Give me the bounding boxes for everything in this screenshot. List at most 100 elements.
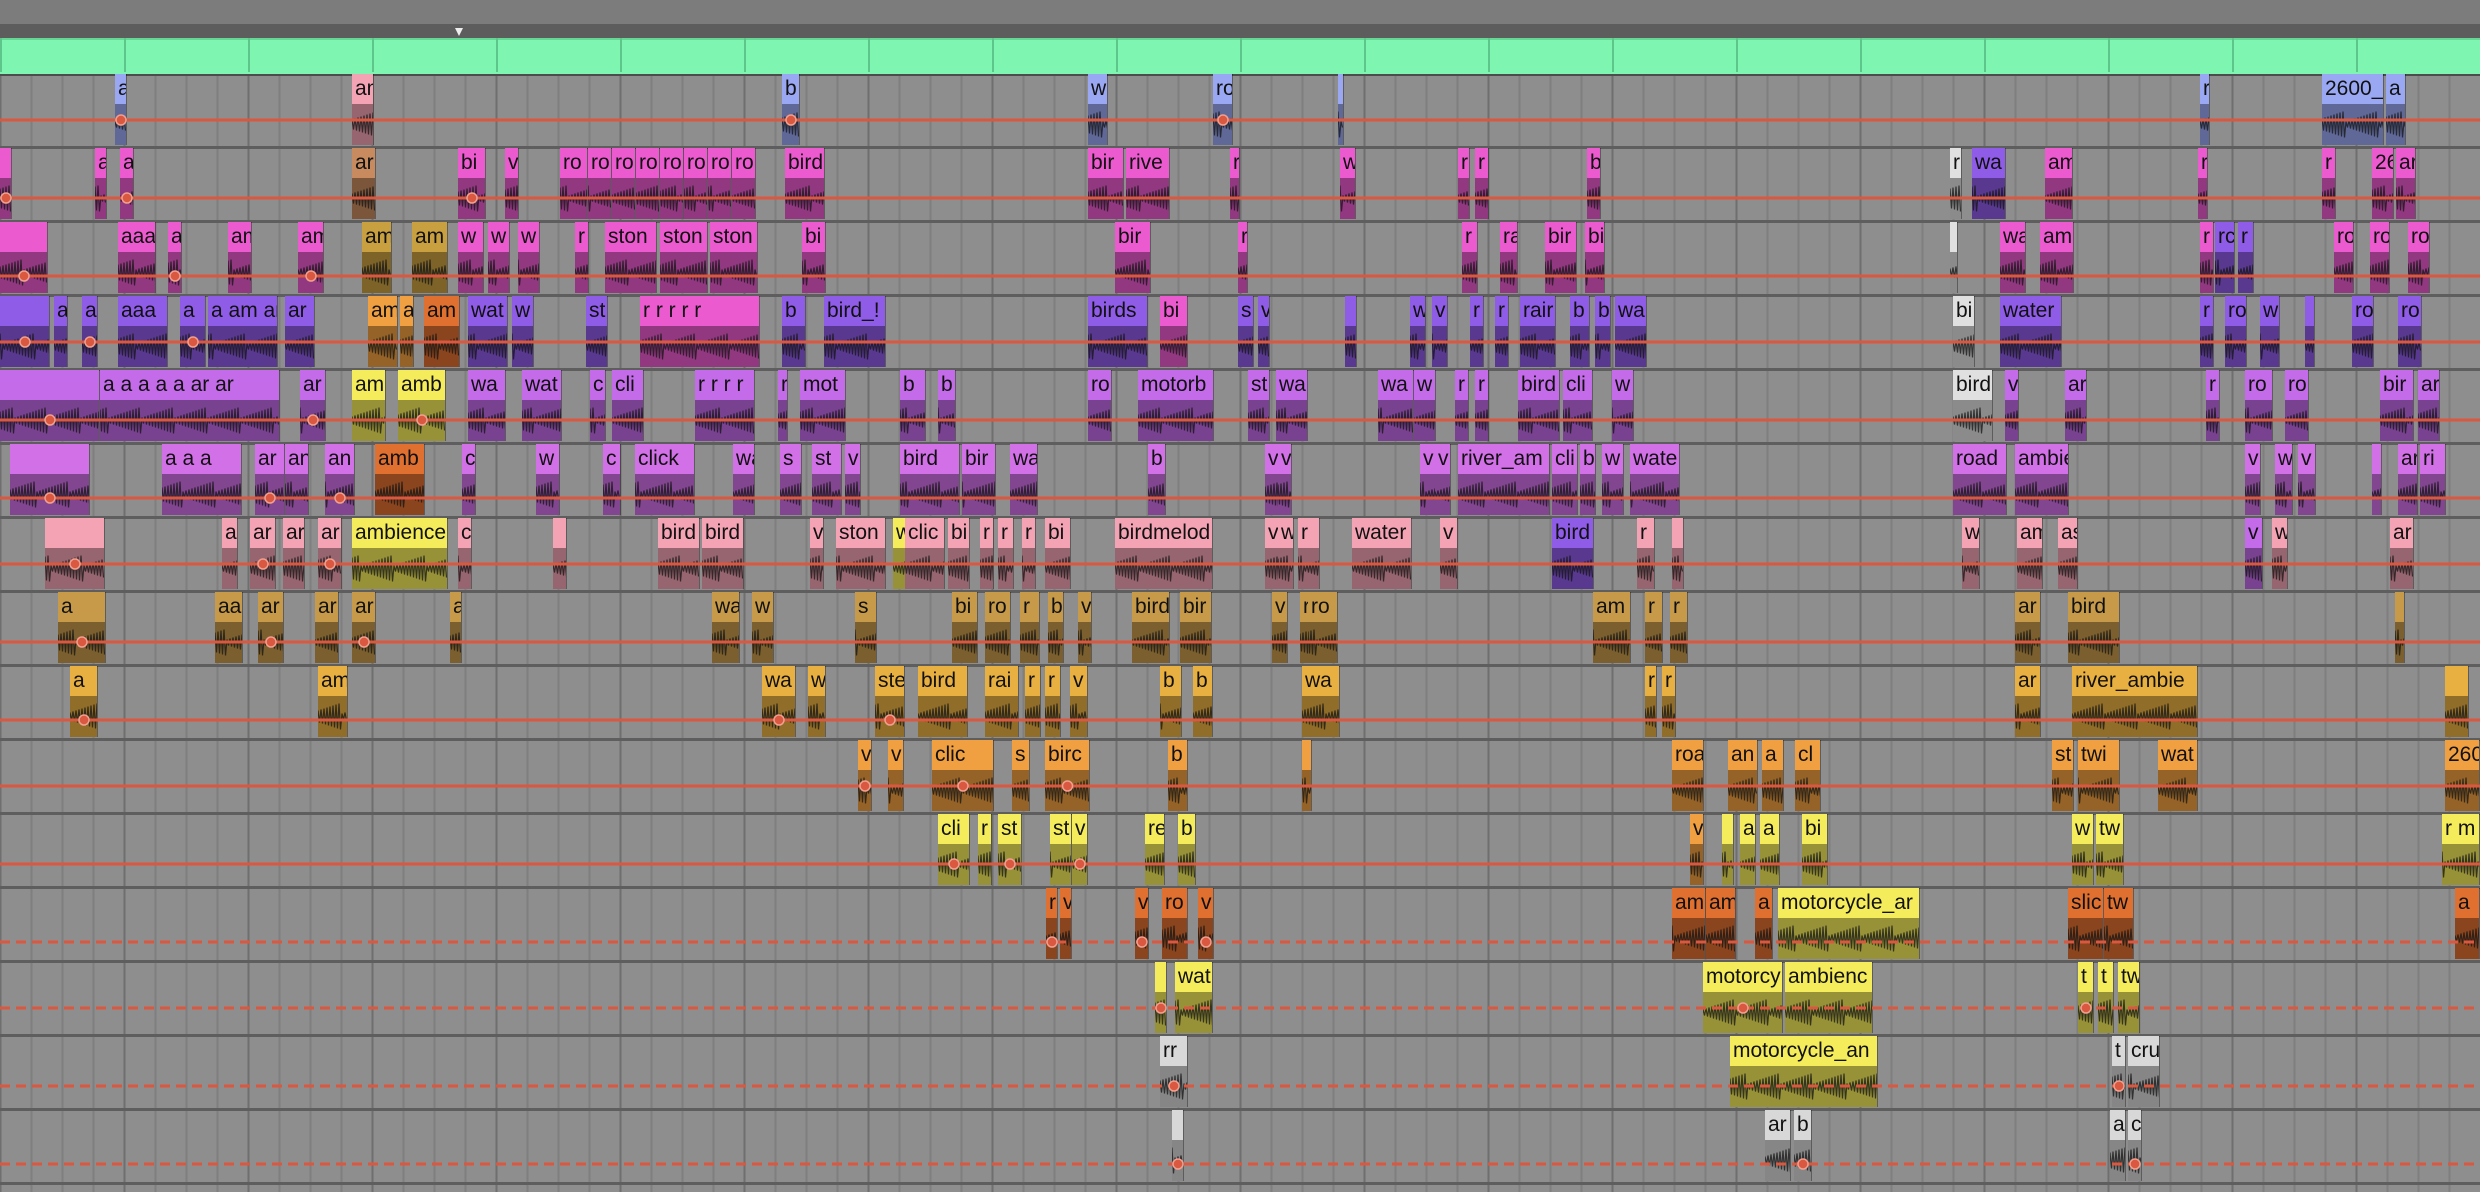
audio-clip[interactable] (2395, 592, 2405, 663)
audio-clip[interactable]: a a a (162, 444, 242, 515)
audio-clip[interactable]: bi (1045, 518, 1071, 589)
audio-clip[interactable]: r (1455, 370, 1469, 441)
audio-clip[interactable]: rai (985, 666, 1019, 737)
audio-clip[interactable]: ston (605, 222, 657, 293)
audio-clip[interactable]: w (458, 222, 484, 293)
audio-clip[interactable]: a (400, 296, 414, 367)
audio-clip[interactable]: v (1272, 592, 1288, 663)
audio-clip[interactable]: ro (588, 148, 612, 219)
audio-clip[interactable]: ro (2225, 296, 2247, 367)
audio-clip[interactable]: am (362, 222, 392, 293)
audio-clip[interactable]: as (2058, 518, 2078, 589)
audio-clip[interactable]: ar (2398, 444, 2418, 515)
audio-clip[interactable]: v (1060, 888, 1072, 959)
audio-clip[interactable]: bi (1802, 814, 1828, 885)
audio-clip[interactable]: ar (352, 592, 376, 663)
audio-clip[interactable]: road (1953, 444, 2007, 515)
audio-clip[interactable]: v (1072, 814, 1088, 885)
audio-clip[interactable]: ar (283, 518, 305, 589)
audio-clip[interactable]: ar (315, 592, 339, 663)
audio-clip[interactable]: ar (285, 296, 315, 367)
clip-area[interactable]: aambwror2600_aaaarbivrorororororororobir… (0, 0, 2480, 1192)
audio-clip[interactable]: ambie (2015, 444, 2069, 515)
audio-clip[interactable]: a (180, 296, 206, 367)
audio-clip[interactable]: r (1025, 666, 1041, 737)
audio-clip[interactable]: aaa (118, 296, 168, 367)
audio-clip[interactable]: ar (2065, 370, 2087, 441)
audio-clip[interactable]: bird (702, 518, 744, 589)
audio-clip[interactable]: r (2238, 222, 2254, 293)
audio-clip[interactable]: rc (2215, 222, 2235, 293)
audio-clip[interactable]: tw (2096, 814, 2124, 885)
audio-clip[interactable]: ro (660, 148, 684, 219)
audio-clip[interactable]: a (115, 74, 127, 145)
audio-clip[interactable]: bird (900, 444, 960, 515)
audio-clip[interactable]: a am ar (208, 296, 278, 367)
audio-clip[interactable]: a (82, 296, 98, 367)
audio-clip[interactable]: v (505, 148, 519, 219)
audio-clip[interactable]: v (1070, 666, 1088, 737)
audio-clip[interactable]: wat (2158, 740, 2198, 811)
audio-clip[interactable]: b (1148, 444, 1166, 515)
audio-clip[interactable]: ro (985, 592, 1011, 663)
audio-clip[interactable]: bird (1552, 518, 1594, 589)
audio-clip[interactable]: b (938, 370, 956, 441)
audio-clip[interactable]: ar (2396, 148, 2416, 219)
audio-clip[interactable]: b (1587, 148, 1601, 219)
audio-clip[interactable]: w (1962, 518, 1980, 589)
audio-clip[interactable]: r (1230, 148, 1240, 219)
audio-clip[interactable]: w (1612, 370, 1634, 441)
audio-clip[interactable]: bird (918, 666, 968, 737)
audio-clip[interactable]: r (575, 222, 589, 293)
audio-clip[interactable]: v (2245, 518, 2263, 589)
audio-clip[interactable]: v (2245, 444, 2261, 515)
audio-clip[interactable]: ar (352, 148, 376, 219)
audio-clip[interactable]: r (1670, 592, 1688, 663)
audio-clip[interactable]: motorcycle_an (1730, 1036, 1878, 1107)
audio-clip[interactable]: t (2112, 1036, 2126, 1107)
audio-clip[interactable]: re (1145, 814, 1165, 885)
audio-clip[interactable]: ro (1088, 370, 1112, 441)
audio-clip[interactable]: r (1020, 592, 1040, 663)
audio-clip[interactable]: w (1410, 296, 1426, 367)
audio-clip[interactable]: ro (2398, 296, 2422, 367)
audio-clip[interactable]: ro (1213, 74, 1233, 145)
audio-clip[interactable]: r r r r (695, 370, 755, 441)
audio-clip[interactable]: wa (712, 592, 740, 663)
audio-clip[interactable]: birds (1088, 296, 1148, 367)
audio-clip[interactable]: wa (1378, 370, 1414, 441)
audio-clip[interactable]: st (586, 296, 608, 367)
audio-clip[interactable]: twi (2078, 740, 2120, 811)
audio-clip[interactable]: a a a a a ar ar (100, 370, 280, 441)
audio-clip[interactable]: bir (1180, 592, 1212, 663)
audio-clip[interactable]: am (1672, 888, 1706, 959)
audio-clip[interactable]: ston (836, 518, 886, 589)
audio-clip[interactable]: b (1794, 1110, 1812, 1181)
audio-clip[interactable]: b (1595, 296, 1611, 367)
audio-clip[interactable]: am (352, 370, 386, 441)
audio-clip[interactable]: t (2078, 962, 2094, 1033)
audio-clip[interactable]: cru (2128, 1036, 2160, 1107)
audio-clip[interactable]: ro (708, 148, 732, 219)
audio-clip[interactable]: click (635, 444, 695, 515)
audio-clip[interactable]: c (2128, 1110, 2142, 1181)
audio-clip[interactable]: v (858, 740, 872, 811)
audio-clip[interactable]: ar (2015, 592, 2041, 663)
audio-clip[interactable]: ambienc (1785, 962, 1873, 1033)
audio-clip[interactable]: v (1258, 296, 1270, 367)
audio-clip[interactable]: bird (1132, 592, 1170, 663)
audio-clip[interactable]: r (1645, 666, 1657, 737)
audio-clip[interactable]: 26 (2372, 148, 2394, 219)
audio-clip[interactable]: am (298, 222, 324, 293)
audio-clip[interactable]: water (1352, 518, 1412, 589)
audio-clip[interactable]: w (1088, 74, 1108, 145)
audio-clip[interactable]: cli (938, 814, 970, 885)
audio-clip[interactable]: wa (762, 666, 796, 737)
audio-clip[interactable]: w (1340, 148, 1356, 219)
audio-clip[interactable]: v (1278, 444, 1292, 515)
audio-clip[interactable]: b (1570, 296, 1590, 367)
audio-clip[interactable]: ar (2015, 666, 2041, 737)
audio-clip[interactable]: w (512, 296, 534, 367)
audio-clip[interactable]: am (228, 222, 252, 293)
audio-clip[interactable]: v (810, 518, 824, 589)
